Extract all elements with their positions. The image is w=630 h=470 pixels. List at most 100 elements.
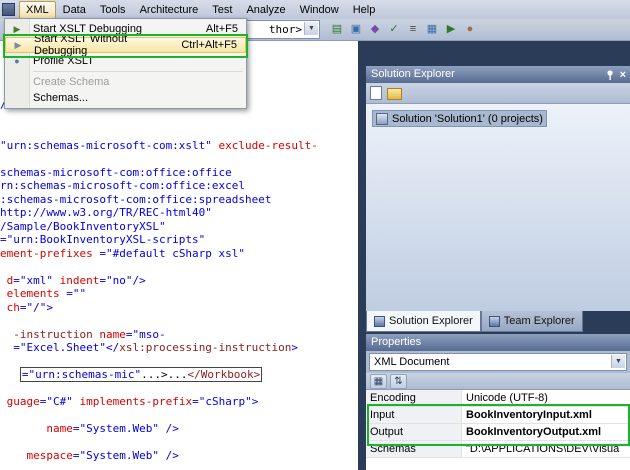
property-value[interactable]: Unicode (UTF-8) bbox=[462, 390, 630, 406]
collapsed-region-box[interactable]: ="urn:schemas-mic"...>...</Workbook> bbox=[19, 367, 263, 382]
xslt-run-icon: ▶ bbox=[14, 39, 22, 50]
menu-data[interactable]: Data bbox=[56, 1, 93, 19]
menu-item-label: Schemas... bbox=[33, 92, 89, 104]
tool-window-tabstrip: Solution Explorer Team Explorer bbox=[366, 311, 630, 332]
options-icon[interactable]: ● bbox=[461, 21, 479, 38]
property-value[interactable]: "D:\APPLICATIONS\DEV\Visua bbox=[462, 441, 630, 457]
menu-window[interactable]: Window bbox=[293, 1, 346, 19]
show-all-files-folder-icon[interactable] bbox=[387, 88, 402, 100]
code-line: name="System.Web" /> bbox=[0, 422, 179, 435]
menu-architecture[interactable]: Architecture bbox=[133, 1, 206, 19]
format-lines-icon[interactable]: ≡ bbox=[404, 21, 422, 38]
menu-item-profile-xslt[interactable]: ● Profile XSLT bbox=[5, 53, 246, 69]
validate-check-icon[interactable]: ✓ bbox=[385, 21, 403, 38]
code-line: /Sample/BookInventoryXSL" bbox=[0, 219, 166, 233]
menu-xml[interactable]: XML bbox=[19, 0, 56, 19]
property-row-output[interactable]: Output BookInventoryOutput.xml bbox=[366, 424, 630, 441]
solution-explorer-titlebar[interactable]: Solution Explorer × bbox=[366, 66, 630, 83]
code-line: ement-prefixes ="#default cSharp xsl" bbox=[0, 246, 246, 260]
chevron-down-icon[interactable]: ▼ bbox=[611, 355, 625, 368]
alphabetical-sort-icon[interactable]: ⇅ bbox=[390, 373, 407, 389]
code-line: -instruction name="mso- bbox=[0, 327, 166, 341]
property-name: Output bbox=[366, 424, 462, 440]
visual-studio-window: XML Data Tools Architecture Test Analyze Windo… bbox=[0, 0, 630, 470]
properties-toolbar: ▦ ⇅ bbox=[366, 373, 630, 390]
xslt-template-icon[interactable]: ▣ bbox=[347, 21, 365, 38]
code-line: ch="/"> bbox=[0, 300, 53, 314]
menu-analyze[interactable]: Analyze bbox=[239, 1, 292, 19]
tree-item-solution[interactable]: Solution 'Solution1' (0 projects) bbox=[372, 110, 547, 127]
property-value[interactable]: BookInventoryInput.xml bbox=[462, 407, 630, 423]
pin-icon[interactable] bbox=[605, 69, 615, 81]
categorized-icon[interactable]: ▦ bbox=[370, 373, 387, 389]
xml-document-icon[interactable]: ▤ bbox=[328, 21, 346, 38]
team-explorer-icon bbox=[488, 315, 500, 327]
code-line: http://www.w3.org/TR/REC-html40" bbox=[0, 206, 212, 219]
property-name: Input bbox=[366, 407, 462, 423]
chevron-down-icon[interactable]: ▼ bbox=[304, 22, 318, 35]
solution-explorer-title: Solution Explorer bbox=[371, 68, 455, 80]
property-name: Encoding bbox=[366, 390, 462, 406]
code-line: mespace="System.Web" /> bbox=[0, 449, 179, 462]
menu-item-create-schema[interactable]: Create Schema bbox=[5, 74, 246, 90]
solution-tree[interactable]: Solution 'Solution1' (0 projects) bbox=[366, 104, 630, 311]
code-line: ="Excel.Sheet"</xsl:processing-instructi… bbox=[0, 341, 299, 354]
properties-page-icon[interactable] bbox=[370, 86, 382, 100]
code-line: :schemas-microsoft-com:office:spreadshee… bbox=[0, 192, 272, 206]
menu-separator bbox=[33, 71, 243, 72]
run-play-icon[interactable]: ▶ bbox=[442, 21, 460, 38]
property-row-encoding[interactable]: Encoding Unicode (UTF-8) bbox=[366, 390, 630, 407]
property-row-schemas[interactable]: Schemas "D:\APPLICATIONS\DEV\Visua bbox=[366, 441, 630, 458]
menu-shortcut: Ctrl+Alt+F5 bbox=[181, 39, 237, 51]
menu-help[interactable]: Help bbox=[346, 1, 383, 19]
code-line: elements ="" bbox=[0, 287, 87, 300]
properties-object-combo[interactable]: XML Document ▼ bbox=[369, 353, 627, 371]
code-line: "urn:schemas-microsoft-com:xslt" exclude… bbox=[0, 138, 318, 152]
property-value[interactable]: BookInventoryOutput.xml bbox=[462, 424, 630, 440]
grid-table-icon[interactable]: ▦ bbox=[423, 21, 441, 38]
menu-shortcut: Alt+F5 bbox=[205, 23, 238, 35]
solution-icon bbox=[376, 112, 388, 125]
document-window-icon bbox=[2, 3, 15, 16]
solution-explorer-icon bbox=[374, 315, 385, 327]
property-row-input[interactable]: Input BookInventoryInput.xml bbox=[366, 407, 630, 424]
tab-team-explorer[interactable]: Team Explorer bbox=[480, 311, 583, 332]
xml-menu-dropdown: ▶ Start XSLT Debugging Alt+F5 ▶ Start XSLT W… bbox=[4, 18, 247, 109]
xml-member-combo-value: thor> bbox=[268, 23, 302, 36]
property-name: Schemas bbox=[366, 441, 462, 457]
properties-title: Properties bbox=[371, 336, 422, 348]
schema-icon[interactable]: ◆ bbox=[366, 21, 384, 38]
close-icon[interactable]: × bbox=[620, 69, 626, 81]
solution-explorer-toolbar bbox=[366, 83, 630, 104]
menu-item-start-xslt-without-debugging[interactable]: ▶ Start XSLT Without Debugging Ctrl+Alt+F5 bbox=[5, 33, 246, 57]
xslt-debug-icon: ▶ bbox=[13, 23, 21, 34]
menubar-items: XML Data Tools Architecture Test Analyze Windo… bbox=[19, 0, 382, 19]
properties-object-row: XML Document ▼ bbox=[366, 351, 630, 373]
code-line: schemas-microsoft-com:office:office bbox=[0, 165, 232, 179]
code-line: rn:schemas-microsoft-com:office:excel bbox=[0, 179, 246, 192]
properties-grid: Encoding Unicode (UTF-8) Input BookInventor… bbox=[366, 390, 630, 470]
solution-root-label: Solution 'Solution1' (0 projects) bbox=[392, 112, 543, 125]
menubar: XML Data Tools Architecture Test Analyze Windo… bbox=[0, 0, 630, 19]
menu-item-schemas[interactable]: Schemas... bbox=[5, 90, 246, 106]
code-line: ="urn:schemas-mic"...>...</Workbook> bbox=[0, 367, 358, 382]
properties-titlebar[interactable]: Properties bbox=[366, 334, 630, 351]
profile-icon: ● bbox=[14, 56, 20, 66]
code-line: ="urn:BookInventoryXSL-scripts" bbox=[0, 233, 206, 246]
code-line: guage="C#" implements-prefix="cSharp"> bbox=[0, 395, 259, 408]
toolbar-right-icons: ▤ ▣ ◆ ✓ ≡ ▦ ▶ ● bbox=[328, 21, 479, 38]
menu-test[interactable]: Test bbox=[205, 1, 239, 19]
code-line: d="xml" indent="no"/> bbox=[0, 273, 146, 287]
menu-tools[interactable]: Tools bbox=[93, 1, 133, 19]
menu-item-label: Create Schema bbox=[33, 76, 110, 88]
tab-solution-explorer[interactable]: Solution Explorer bbox=[366, 311, 481, 332]
menu-item-label: Profile XSLT bbox=[33, 55, 94, 67]
